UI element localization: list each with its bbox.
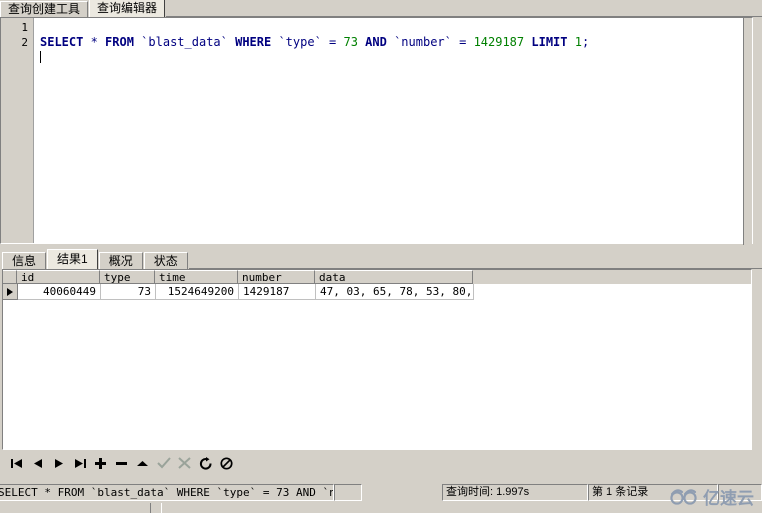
last-record-button[interactable]	[69, 454, 90, 472]
tab-result-1[interactable]: 结果1	[47, 249, 98, 269]
tab-info[interactable]: 信息	[2, 252, 47, 269]
delete-record-button[interactable]	[111, 454, 132, 472]
tab-profile[interactable]: 概况	[98, 252, 143, 269]
grid-corner-cell	[3, 270, 17, 284]
status-bar-divider	[150, 503, 162, 513]
column-header-id[interactable]: id	[17, 270, 100, 284]
sql-token-identifier: `number`	[386, 35, 460, 49]
sql-token-number: 73	[343, 35, 358, 49]
sql-token-identifier: `blast_data`	[133, 35, 236, 49]
cancel-button[interactable]	[174, 454, 195, 472]
check-icon	[156, 457, 171, 469]
cell-id[interactable]: 40060449	[18, 284, 101, 300]
caret-up-icon	[137, 460, 148, 466]
first-record-button[interactable]	[6, 454, 27, 472]
status-gap-panel	[334, 483, 362, 501]
sql-editor[interactable]: 1 2 SELECT * FROM `blast_data` WHERE `ty…	[0, 17, 753, 245]
refresh-icon	[199, 456, 211, 470]
cell-number[interactable]: 1429187	[239, 284, 316, 300]
text-cursor	[40, 51, 41, 63]
tab-query-builder[interactable]: 查询创建工具	[0, 1, 89, 17]
previous-record-button[interactable]	[27, 454, 48, 472]
edit-record-button[interactable]	[132, 454, 153, 472]
sql-token-keyword: AND	[365, 35, 387, 49]
current-row-arrow-icon	[7, 287, 13, 296]
confirm-button[interactable]	[153, 454, 174, 472]
sql-token-number: 1	[574, 35, 582, 49]
status-record-position: 第 1 条记录	[588, 483, 718, 501]
status-bar: SELECT * FROM `blast_data` WHERE `type` …	[0, 481, 762, 503]
tab-status[interactable]: 状态	[143, 252, 188, 269]
cell-data[interactable]: 47, 03, 65, 78, 53, 80, 45, 35, ʻ	[316, 284, 474, 300]
sql-token-operator: *	[83, 35, 106, 49]
cell-time[interactable]: 1524649200	[156, 284, 239, 300]
cell-type[interactable]: 73	[101, 284, 156, 300]
status-query-time: 查询时间: 1.997s	[442, 483, 588, 501]
sql-editor-pane: 1 2 SELECT * FROM `blast_data` WHERE `ty…	[0, 17, 762, 246]
sql-token-operator: ;	[581, 35, 590, 49]
refresh-button[interactable]	[195, 454, 216, 472]
record-navigation-toolbar	[0, 452, 762, 474]
sql-token-space	[568, 35, 575, 49]
row-indicator[interactable]	[3, 284, 18, 300]
next-record-button[interactable]	[48, 454, 69, 472]
sql-token-number: 1429187	[473, 35, 525, 49]
next-record-icon	[54, 458, 63, 468]
status-sql-text: SELECT * FROM `blast_data` WHERE `type` …	[0, 483, 334, 501]
status-end-panel	[718, 483, 762, 501]
previous-record-icon	[33, 458, 42, 468]
last-record-icon	[74, 458, 86, 468]
sql-token-keyword: SELECT	[40, 35, 84, 49]
plus-icon	[95, 457, 106, 469]
line-number: 1	[21, 21, 28, 34]
tab-strip-filler	[166, 1, 762, 17]
editor-tab-strip: 查询创建工具 查询编辑器	[0, 0, 762, 17]
column-header-number[interactable]: number	[238, 270, 315, 284]
sql-token-operator: =	[459, 35, 474, 49]
sql-line-1: SELECT * FROM `blast_data` WHERE `type` …	[40, 35, 589, 49]
sql-token-operator: =	[329, 35, 344, 49]
sql-token-keyword: LIMIT	[531, 35, 568, 49]
result-tab-strip: 信息 结果1 概况 状态	[0, 249, 762, 269]
sql-token-keyword: WHERE	[235, 35, 272, 49]
editor-vertical-scrollbar[interactable]	[743, 18, 752, 245]
stop-icon	[220, 456, 233, 470]
line-number: 2	[21, 36, 28, 49]
tab-query-editor[interactable]: 查询编辑器	[89, 0, 166, 17]
column-header-type[interactable]: type	[100, 270, 155, 284]
first-record-icon	[10, 458, 22, 468]
sql-token-identifier: `type`	[271, 35, 330, 49]
add-record-button[interactable]	[90, 454, 111, 472]
result-grid[interactable]: id type time number data 40060449 73 152…	[2, 269, 752, 450]
column-header-data[interactable]: data	[315, 270, 473, 284]
stop-button[interactable]	[216, 454, 237, 472]
line-number-gutter: 1 2	[1, 18, 34, 243]
sql-code-area[interactable]: SELECT * FROM `blast_data` WHERE `type` …	[34, 18, 752, 243]
sql-token-keyword: FROM	[105, 35, 134, 49]
grid-header-row: id type time number data	[3, 270, 751, 284]
column-header-time[interactable]: time	[155, 270, 238, 284]
table-row[interactable]: 40060449 73 1524649200 1429187 47, 03, 6…	[3, 284, 751, 300]
cross-icon	[178, 457, 191, 469]
minus-icon	[116, 461, 127, 465]
sql-line-2	[40, 50, 41, 64]
result-tab-filler	[188, 252, 762, 269]
sql-client-window: 查询创建工具 查询编辑器 1 2 SELECT * FROM `blast_da…	[0, 0, 762, 513]
